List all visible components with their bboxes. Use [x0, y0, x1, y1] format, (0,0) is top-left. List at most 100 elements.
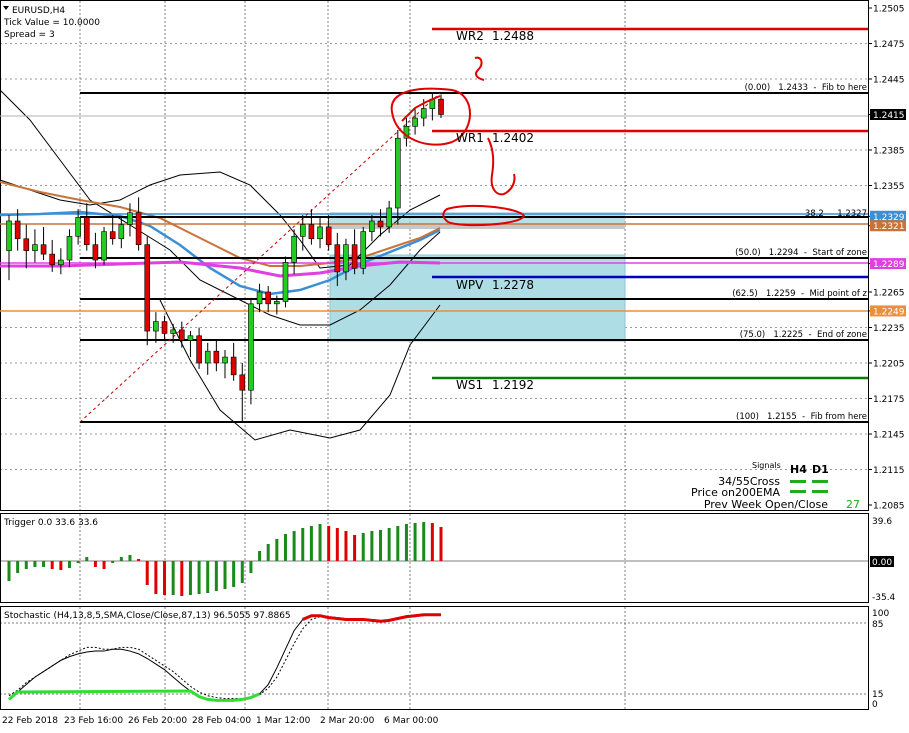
candle-body	[369, 220, 375, 232]
candle-body	[83, 217, 90, 245]
trigger-bar	[404, 524, 408, 561]
trigger-bar	[145, 561, 149, 585]
trigger-bar	[396, 526, 400, 561]
trigger-bar	[154, 561, 158, 594]
trigger-bar	[119, 557, 123, 561]
trigger-bar	[258, 551, 262, 561]
candle-body	[386, 207, 392, 228]
ws1-value: 1.2192	[492, 378, 534, 392]
candle-body	[179, 329, 185, 341]
trigger-bar	[59, 561, 63, 570]
trigger-bar	[111, 561, 115, 563]
candle-body	[6, 220, 12, 251]
trigger-bar	[50, 561, 54, 569]
stochastic-axis-100: 100	[872, 609, 889, 619]
price-label: 1.2175	[873, 395, 905, 405]
signals-d1: D1	[812, 463, 829, 476]
candle-body	[360, 231, 367, 269]
time-tick-5: 2 Mar 20:00	[320, 716, 375, 726]
candle-body	[49, 253, 56, 266]
candle-body	[351, 244, 358, 269]
signal-prevweek-value: 27	[846, 498, 860, 511]
candle-body	[256, 291, 263, 305]
trigger-axis-bottom: -35.4	[872, 593, 896, 603]
trigger-bar	[283, 534, 287, 561]
candle-body	[343, 244, 349, 273]
trigger-bar	[344, 531, 348, 561]
trigger-bar	[318, 524, 322, 561]
candle-body	[101, 231, 107, 261]
symbol-label: EURUSD,H4	[12, 6, 65, 16]
fib-100-label: (100) 1.2155 - Fib from here	[736, 412, 867, 422]
candle-body	[230, 356, 237, 376]
candle-body	[291, 236, 297, 263]
candle-body	[274, 301, 280, 305]
signal-h4-cross-dash	[790, 480, 806, 483]
candle-body	[153, 321, 159, 332]
candle-body	[32, 244, 38, 251]
candle-body	[14, 220, 21, 240]
time-tick-3: 28 Feb 04:00	[192, 716, 251, 726]
candle-body	[127, 212, 133, 225]
trigger-bar	[240, 561, 244, 583]
candle-body	[213, 350, 220, 364]
trigger-bar	[292, 531, 296, 561]
candle-body	[248, 303, 254, 391]
time-tick-6: 6 Mar 00:00	[384, 716, 439, 726]
trigger-bar	[249, 561, 253, 573]
fib-50-label: (50.0) 1.2294 - Start of zone	[735, 248, 867, 258]
candle-body	[239, 374, 246, 391]
price-label: 1.2321	[873, 222, 905, 232]
wpv-label: WPV	[456, 278, 484, 292]
candle-body	[58, 259, 64, 266]
signal-d1-ema-dash	[812, 490, 828, 493]
signals-h4: H4	[790, 463, 807, 476]
trigger-bar	[7, 561, 11, 581]
candle-body	[308, 224, 315, 240]
trigger-bar	[188, 561, 192, 595]
trigger-bar	[266, 544, 270, 561]
trigger-bar	[85, 557, 89, 561]
chart-canvas: EURUSD,H4 Tick Value = 10.0000 Spread = …	[0, 0, 906, 726]
wpv-value: 1.2278	[492, 278, 534, 292]
price-label: 1.2205	[873, 360, 905, 370]
price-label: 1.2235	[873, 324, 905, 334]
trigger-axis-top: 39.6	[872, 517, 892, 527]
trigger-bar	[42, 561, 46, 567]
price-label: 1.2415	[873, 111, 905, 121]
time-tick-4: 1 Mar 12:00	[256, 716, 311, 726]
trigger-bar	[370, 531, 374, 561]
price-label: 1.2475	[873, 40, 905, 50]
wr1-value: 1.2402	[492, 131, 534, 145]
candle-body	[170, 329, 176, 334]
trigger-bar	[171, 561, 175, 595]
trigger-bar	[275, 539, 279, 561]
trigger-title: Trigger 0.0 33.6 33.6	[3, 518, 98, 528]
candle-body	[299, 224, 306, 237]
candle-body	[265, 291, 272, 305]
tick-value-label: Tick Value = 10.0000	[3, 18, 100, 28]
candle-body	[92, 244, 99, 261]
candle-body	[420, 108, 427, 119]
trigger-bar	[353, 535, 357, 561]
trigger-bar	[232, 561, 236, 587]
candle-body	[317, 226, 323, 240]
trigger-bar	[309, 526, 313, 561]
candle-body	[222, 356, 228, 364]
spread-label: Spread = 3	[4, 30, 55, 40]
trigger-bar	[387, 528, 391, 561]
time-tick-2: 26 Feb 20:00	[128, 716, 187, 726]
fib-62-label: (62.5) 1.2259 - Mid point of z	[732, 289, 867, 299]
time-tick-1: 23 Feb 16:00	[64, 716, 123, 726]
candle-body	[438, 98, 444, 115]
fib-38-label: 38.2 1.2327	[805, 209, 867, 219]
price-label: 1.2385	[873, 147, 905, 157]
price-label: 1.2265	[873, 289, 905, 299]
trigger-bar	[439, 527, 443, 561]
time-axis: 22 Feb 2018 23 Feb 16:00 26 Feb 20:00 28…	[2, 716, 439, 726]
candle-body	[196, 335, 202, 364]
candle-body	[75, 217, 81, 237]
trigger-bar	[379, 530, 383, 561]
trigger-bar	[206, 561, 210, 593]
trigger-bar	[180, 561, 184, 596]
